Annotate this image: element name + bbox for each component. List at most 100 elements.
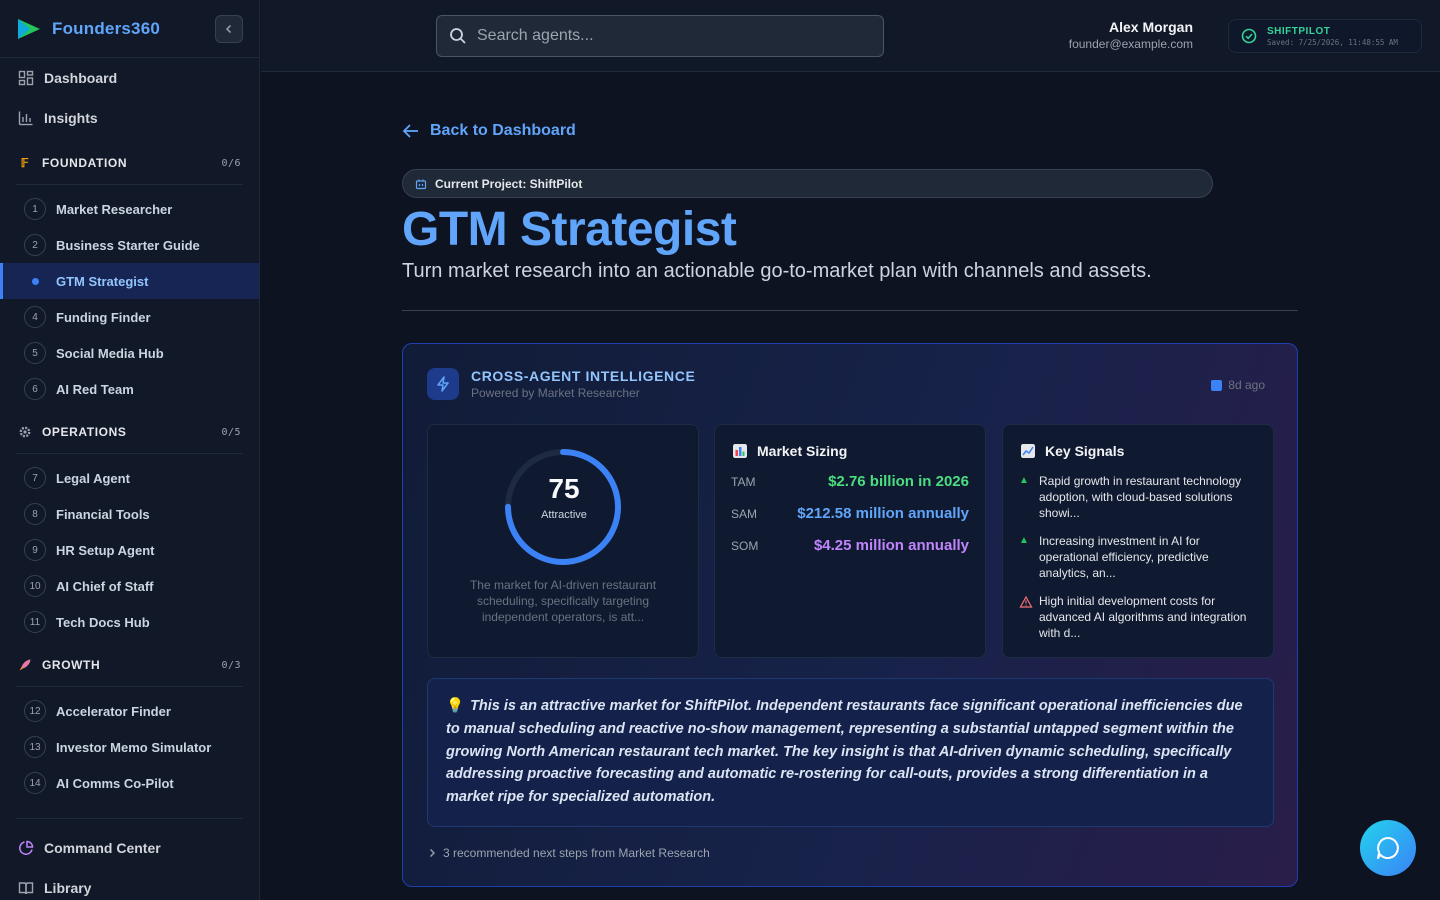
- sidebar-item-ai-comms-co-pilot[interactable]: 14 AI Comms Co-Pilot: [0, 765, 259, 801]
- section-count: 0/5: [221, 426, 241, 438]
- nav-command-center-label: Command Center: [44, 840, 161, 856]
- sidebar-item-ai-chief-of-staff[interactable]: 10 AI Chief of Staff: [0, 568, 259, 604]
- nav-library[interactable]: Library: [0, 868, 109, 900]
- sidebar-item-ai-red-team[interactable]: 6 AI Red Team: [0, 371, 259, 407]
- sidebar-item-hr-setup-agent[interactable]: 9 HR Setup Agent: [0, 532, 259, 568]
- save-project-name: SHIFTPILOT: [1267, 25, 1331, 37]
- score-label: Attractive: [541, 509, 587, 521]
- ladder-icon: 𝔽: [20, 156, 30, 170]
- sidebar-item-label: AI Chief of Staff: [56, 578, 154, 594]
- lightbulb-icon: 💡: [446, 698, 465, 714]
- bar-chart-icon: [18, 111, 33, 126]
- market-sizing-title: Market Sizing: [733, 443, 847, 459]
- chevron-left-icon: [225, 24, 232, 33]
- som-row: SOM $4.25 million annually: [731, 537, 969, 554]
- nav-dashboard-label: Dashboard: [44, 70, 118, 86]
- sidebar-item-label: Social Media Hub: [56, 345, 164, 361]
- section-growth[interactable]: GROWTH 0/3: [0, 648, 259, 682]
- section-title: GROWTH: [42, 658, 101, 672]
- back-to-dashboard-link[interactable]: Back to Dashboard: [402, 122, 576, 140]
- sidebar-item-investor-memo-simulator[interactable]: 13 Investor Memo Simulator: [0, 729, 259, 765]
- search-box[interactable]: [436, 15, 884, 57]
- chat-button[interactable]: [1360, 820, 1416, 876]
- section-count: 0/6: [221, 157, 241, 169]
- page-subtitle: Turn market research into an actionable …: [402, 260, 1152, 282]
- sidebar-item-business-starter-guide[interactable]: 2 Business Starter Guide: [0, 227, 259, 263]
- sidebar-item-market-researcher[interactable]: 1 Market Researcher: [0, 191, 259, 227]
- building-icon: [415, 179, 427, 189]
- nav-library-label: Library: [44, 880, 92, 896]
- back-label: Back to Dashboard: [430, 122, 576, 139]
- topbar: Alex Morgan founder@example.com SHIFTPIL…: [261, 0, 1440, 72]
- sidebar-item-funding-finder[interactable]: 4 Funding Finder: [0, 299, 259, 335]
- save-timestamp: Saved: 7/25/2026, 11:48:55 AM: [1267, 37, 1398, 47]
- next-steps-toggle[interactable]: 3 recommended next steps from Market Res…: [427, 846, 710, 860]
- trend-up-icon: ▲: [1019, 475, 1029, 486]
- signal-item: High initial development costs for advan…: [1019, 593, 1257, 641]
- sidebar-item-label: Accelerator Finder: [56, 703, 171, 719]
- sidebar-item-label: Investor Memo Simulator: [56, 739, 212, 755]
- intel-age-text: 8d ago: [1228, 378, 1265, 392]
- step-number: 6: [24, 378, 46, 400]
- rocket-icon: [19, 659, 31, 671]
- som-key: SOM: [731, 538, 759, 553]
- brand-name[interactable]: Founders360: [52, 19, 160, 39]
- sidebar-item-label: Market Researcher: [56, 201, 173, 217]
- section-title: FOUNDATION: [42, 156, 128, 170]
- market-sizing-label: Market Sizing: [757, 443, 848, 459]
- sidebar-item-label: Business Starter Guide: [56, 237, 200, 253]
- search-input[interactable]: [477, 27, 857, 45]
- step-number: 13: [24, 736, 46, 758]
- intel-age: 8d ago: [1211, 378, 1265, 392]
- intel-subtitle: Powered by Market Researcher: [471, 386, 640, 400]
- step-number: 2: [24, 234, 46, 256]
- nav-command-center[interactable]: Command Center: [0, 828, 179, 868]
- current-project-pill: Current Project: ShiftPilot: [402, 169, 1213, 198]
- sidebar-item-social-media-hub[interactable]: 5 Social Media Hub: [0, 335, 259, 371]
- step-number: 11: [24, 611, 46, 633]
- brand-header: Founders360: [0, 0, 259, 58]
- active-dot-icon: [24, 270, 46, 292]
- section-foundation[interactable]: 𝔽 FOUNDATION 0/6: [0, 146, 259, 180]
- nav-insights[interactable]: Insights: [0, 98, 259, 138]
- play-logo-icon: [18, 18, 40, 39]
- sidebar: Founders360 Dashboard Insights 𝔽 FOUNDAT…: [0, 0, 260, 900]
- sam-value: $212.58 million annually: [797, 505, 969, 522]
- gear-icon: [19, 426, 31, 438]
- pie-chart-icon: [19, 840, 34, 855]
- sidebar-item-label: Tech Docs Hub: [56, 614, 150, 630]
- trend-up-icon: ▲: [1019, 535, 1029, 546]
- sidebar-item-tech-docs-hub[interactable]: 11 Tech Docs Hub: [0, 604, 259, 640]
- nav-dashboard[interactable]: Dashboard: [0, 58, 259, 98]
- nav-insights-label: Insights: [44, 110, 98, 126]
- chart-icon: [733, 444, 747, 458]
- section-divider: [16, 686, 243, 687]
- key-signals-card: Key Signals ▲ Rapid growth in restaurant…: [1002, 424, 1274, 658]
- search-icon: [450, 28, 466, 44]
- sidebar-item-label: Financial Tools: [56, 506, 150, 522]
- section-title: OPERATIONS: [42, 425, 127, 439]
- sidebar-item-accelerator-finder[interactable]: 12 Accelerator Finder: [0, 693, 259, 729]
- step-number: 10: [24, 575, 46, 597]
- step-number: 7: [24, 467, 46, 489]
- sidebar-item-legal-agent[interactable]: 7 Legal Agent: [0, 460, 259, 496]
- sidebar-item-gtm-strategist[interactable]: GTM Strategist: [0, 263, 259, 299]
- score-description: The market for AI-driven restaurant sche…: [469, 578, 657, 624]
- sidebar-item-label: AI Red Team: [56, 381, 134, 397]
- section-operations[interactable]: OPERATIONS 0/5: [0, 415, 259, 449]
- user-email: founder@example.com: [1068, 37, 1193, 51]
- sidebar-item-label: GTM Strategist: [56, 273, 149, 289]
- step-number: 8: [24, 503, 46, 525]
- tam-value: $2.76 billion in 2026: [828, 473, 969, 490]
- user-info[interactable]: Alex Morgan founder@example.com: [1069, 19, 1193, 51]
- cross-agent-intelligence-panel: CROSS-AGENT INTELLIGENCE Powered by Mark…: [402, 343, 1298, 887]
- chat-bubble-icon: [1377, 837, 1399, 859]
- sam-row: SAM $212.58 million annually: [731, 505, 969, 522]
- insight-summary: 💡 This is an attractive market for ShiftP…: [427, 678, 1274, 827]
- step-number: 9: [24, 539, 46, 561]
- trend-chart-icon: [1021, 444, 1035, 458]
- sidebar-item-financial-tools[interactable]: 8 Financial Tools: [0, 496, 259, 532]
- chevron-right-icon: [430, 849, 435, 857]
- arrow-left-icon: [402, 124, 418, 138]
- collapse-sidebar-button[interactable]: [215, 14, 243, 43]
